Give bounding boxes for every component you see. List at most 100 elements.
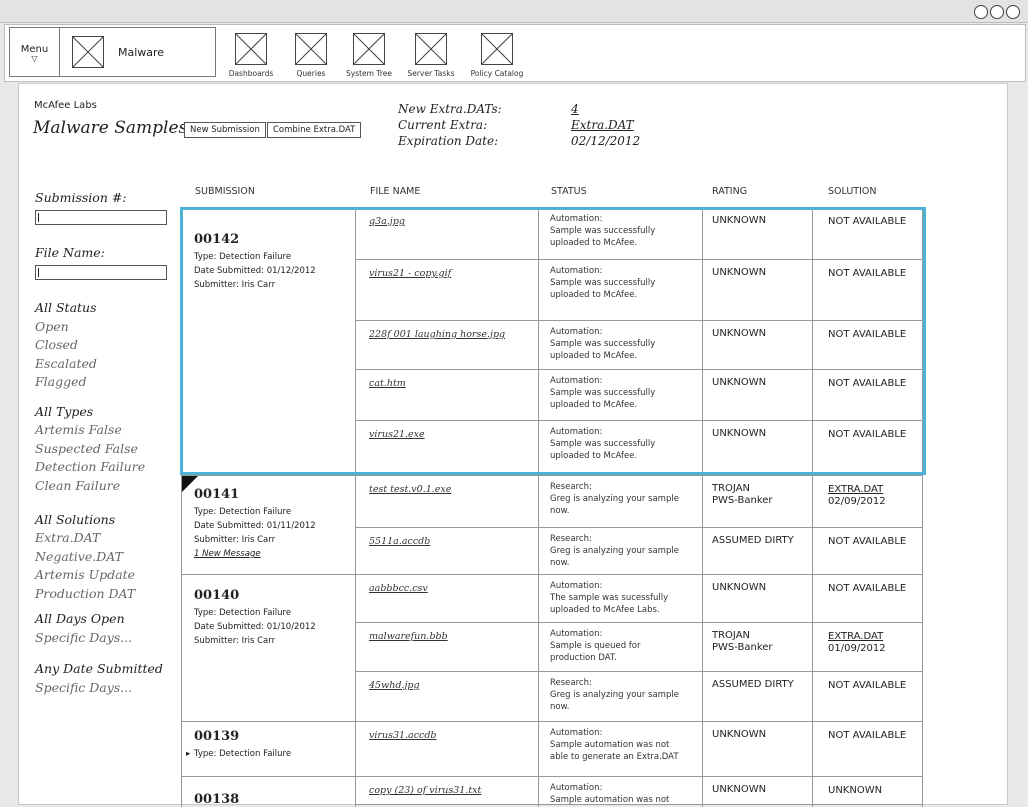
file-name-link[interactable]: virus21.exe [369,429,425,440]
app-name: Malware [118,46,165,59]
status-text: uploaded to McAfee. [550,290,638,300]
status-text: Automation: [550,629,603,639]
submission-date: Date Submitted: 01/10/2012 [194,622,316,632]
new-message-link[interactable]: 1 New Message [194,547,261,561]
toolbar-item[interactable]: Server Tasks [400,33,462,78]
status-text: Automation: [550,783,603,793]
status-filter-flagged[interactable]: Flagged [35,374,87,389]
window-controls [974,5,1020,19]
rating-text: ASSUMED DIRTY [712,535,794,546]
file-name-link[interactable]: 45whd.jpg [369,680,420,691]
type-filter-detection-failure[interactable]: Detection Failure [35,459,145,474]
table-row-divider [355,259,922,260]
solutions-filter-heading[interactable]: All Solutions [35,512,115,527]
submission-date: Date Submitted: 01/12/2012 [194,266,316,276]
status-text: Sample is queued for [550,641,641,651]
expiration-date-label: Expiration Date: [398,134,499,148]
submission-number[interactable]: 00142 [194,232,239,247]
column-header-rating[interactable]: RATING [712,186,747,197]
status-text: Greg is analyzing your sample [550,690,679,700]
submission-number-input[interactable] [35,210,167,225]
file-name-link[interactable]: cat.htm [369,378,406,389]
toolbar-item[interactable]: Queries [280,33,342,78]
column-header-solution[interactable]: SOLUTION [828,186,876,197]
submission-number[interactable]: 00138 [194,792,239,807]
column-header-status[interactable]: STATUS [551,186,587,197]
toolbar-item[interactable]: System Tree [338,33,400,78]
solution-text: NOT AVAILABLE [828,329,907,340]
solution-link[interactable]: EXTRA.DAT [828,484,883,496]
window-control-circle-icon[interactable] [1006,5,1020,19]
window-control-circle-icon[interactable] [990,5,1004,19]
file-name-link[interactable]: copy (23) of virus31.txt [369,785,481,796]
solution-text: 01/09/2012 [828,643,886,654]
table-row-divider [355,207,922,208]
rating-text: TROJAN [712,630,751,641]
status-filter-open[interactable]: Open [35,319,69,334]
solution-filter-artemis-update[interactable]: Artemis Update [35,567,135,582]
submission-number[interactable]: 00141 [194,487,239,502]
toolbar-item[interactable]: Policy Catalog [466,33,528,78]
status-filter-closed[interactable]: Closed [35,337,78,352]
file-name-link[interactable]: 228f 001 laughing horse.jpg [369,329,505,340]
date-submitted-specific[interactable]: Specific Days... [35,680,132,695]
new-extra-dats-link[interactable]: 4 [571,102,579,116]
date-submitted-filter-heading[interactable]: Any Date Submitted [35,661,163,676]
status-text: now. [550,702,570,712]
status-text: Sample was successfully [550,226,656,236]
status-text: Automation: [550,214,603,224]
type-filter-suspected-false[interactable]: Suspected False [35,441,138,456]
file-name-input[interactable] [35,265,167,280]
file-name-link[interactable]: aabbbcc.csv [369,583,428,594]
table-row-divider [355,527,922,528]
types-filter-heading[interactable]: All Types [35,404,93,419]
solution-filter-negative-dat[interactable]: Negative.DAT [35,549,123,564]
table-row-divider [355,776,922,777]
status-text: Greg is analyzing your sample [550,546,679,556]
submission-group-divider [181,475,355,476]
status-text: now. [550,506,570,516]
submission-number[interactable]: 00140 [194,588,239,603]
file-name-link[interactable]: virus31.accdb [369,730,437,741]
type-filter-artemis-false[interactable]: Artemis False [35,422,122,437]
solution-link[interactable]: EXTRA.DAT [828,631,883,643]
solution-filter-extra-dat[interactable]: Extra.DAT [35,530,100,545]
current-extra-link[interactable]: Extra.DAT [571,118,634,132]
image-placeholder-icon [72,36,104,68]
status-text: uploaded to McAfee. [550,238,638,248]
file-name-link[interactable]: malwarefun.bbb [369,631,448,642]
file-name-link[interactable]: virus21 - copy.gif [369,268,451,279]
days-open-filter-heading[interactable]: All Days Open [35,611,125,626]
status-text: Automation: [550,376,603,386]
status-text: Research: [550,678,592,688]
top-toolbar: Menu ▽ Malware Dashboards Queries System T… [4,24,1026,82]
status-filter-heading[interactable]: All Status [35,300,97,315]
solution-filter-production-dat[interactable]: Production DAT [35,586,135,601]
file-name-link[interactable]: q3a.jpg [369,216,405,227]
column-header-submission[interactable]: SUBMISSION [195,186,255,197]
submission-submitter: Submitter: Iris Carr [194,636,276,646]
table-column-divider [181,207,182,807]
submission-number[interactable]: 00139 [194,729,239,744]
file-name-link[interactable]: 5511a.accdb [369,536,430,547]
status-text: Automation: [550,266,603,276]
status-text: uploaded to McAfee. [550,400,638,410]
window-control-circle-icon[interactable] [974,5,988,19]
toolbar-item[interactable]: Dashboards [220,33,282,78]
menu-button[interactable]: Menu ▽ [10,28,60,76]
file-name-link[interactable]: test test.v0.1.exe [369,484,451,495]
status-filter-escalated[interactable]: Escalated [35,356,97,371]
expiration-date-value: 02/12/2012 [571,134,641,148]
column-header-file-name[interactable]: FILE NAME [370,186,420,197]
chevron-down-icon: ▽ [31,54,38,63]
solution-text: NOT AVAILABLE [828,216,907,227]
file-name-label: File Name: [35,245,105,260]
submission-group-divider [181,721,355,722]
type-filter-clean-failure[interactable]: Clean Failure [35,478,120,493]
new-submission-button[interactable]: New Submission [184,122,266,138]
status-text: uploaded to McAfee. [550,351,638,361]
submission-submitter: Submitter: Iris Carr [194,280,276,290]
days-open-specific[interactable]: Specific Days... [35,630,132,645]
expand-arrow-icon[interactable]: ▸ [186,747,190,761]
combine-extra-dat-button[interactable]: Combine Extra.DAT [267,122,362,138]
